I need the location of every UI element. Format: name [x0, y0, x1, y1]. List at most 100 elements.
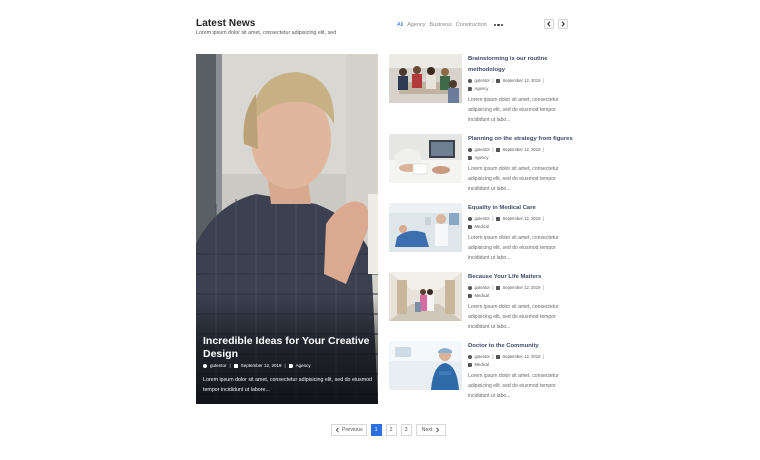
meta-separator: |: [542, 78, 545, 83]
post-category[interactable]: Agency: [475, 86, 489, 91]
featured-meta: gutentor | September 12, 2019 | Agency: [203, 363, 311, 368]
post-meta: gutentor | September 12, 2019 |: [468, 285, 573, 290]
pagination: Previous 1 2 3 Next: [331, 424, 446, 436]
calendar-icon: [495, 216, 500, 221]
prev-slide-button[interactable]: [544, 19, 554, 29]
section-header: Latest News Lorem ipsum dolor sit amet, …: [196, 18, 570, 42]
featured-category[interactable]: Agency: [296, 363, 311, 368]
meta-separator: |: [492, 147, 494, 152]
meta-separator: |: [492, 354, 494, 359]
post-title[interactable]: Planning on the strategy from figures: [468, 134, 573, 145]
previous-label: Previous: [342, 427, 363, 433]
post-author[interactable]: gutentor: [475, 78, 490, 83]
post-text: Equality in Medical Care gutentor | Sept…: [468, 203, 573, 263]
post-author[interactable]: gutentor: [475, 147, 490, 152]
post-excerpt: Lorem ipsum dolor sit amet, consectetur …: [468, 166, 559, 192]
post-thumbnail[interactable]: [389, 203, 462, 252]
chevron-left-icon: [335, 427, 339, 433]
user-icon: [468, 78, 472, 83]
doctor-image: [389, 341, 462, 390]
meta-separator: |: [542, 147, 545, 152]
featured-post[interactable]: Incredible Ideas for Your Creative Desig…: [196, 54, 378, 404]
post-text: Planning on the strategy from figures gu…: [468, 134, 573, 194]
post-category[interactable]: Medical: [475, 224, 489, 229]
post-category[interactable]: Medical: [475, 362, 489, 367]
filter-business[interactable]: Business: [429, 22, 451, 28]
list-item: Brainstorming is our routine methodology…: [389, 54, 573, 123]
post-category-row: Agency: [468, 155, 573, 160]
tag-icon: [468, 224, 472, 229]
meta-separator: |: [492, 216, 494, 221]
post-date[interactable]: September 12, 2019: [502, 354, 540, 359]
post-date[interactable]: September 12, 2019: [502, 147, 540, 152]
calendar-icon: [495, 78, 500, 83]
calendar-icon: [495, 285, 500, 290]
medical-care-image: [389, 203, 462, 252]
post-author[interactable]: gutentor: [475, 285, 490, 290]
post-thumbnail[interactable]: [389, 272, 462, 321]
post-title[interactable]: Because Your Life Matters: [468, 272, 573, 283]
strategy-image: [389, 134, 462, 183]
tag-icon: [288, 363, 293, 368]
post-excerpt: Lorem ipsum dolor sit amet, consectetur …: [468, 304, 559, 330]
post-thumbnail[interactable]: [389, 54, 462, 103]
calendar-icon: [233, 363, 238, 368]
post-excerpt: Lorem ipsum dolor sit amet, consectetur …: [468, 373, 559, 399]
ellipsis-icon[interactable]: [493, 23, 504, 27]
meta-separator: |: [542, 285, 545, 290]
next-slide-button[interactable]: [558, 19, 568, 29]
post-title[interactable]: Doctor to the Community: [468, 341, 573, 352]
tag-icon: [468, 155, 472, 160]
list-item: Doctor to the Community gutentor | Septe…: [389, 341, 571, 403]
featured-title[interactable]: Incredible Ideas for Your Creative Desig…: [203, 335, 373, 361]
previous-page-button[interactable]: Previous: [331, 424, 367, 436]
post-excerpt: Lorem ipsum dolor sit amet, consectetur …: [468, 235, 559, 261]
post-author[interactable]: gutentor: [475, 216, 490, 221]
post-category-row: Medical: [468, 293, 573, 298]
post-meta: gutentor | September 12, 2019 |: [468, 147, 573, 152]
post-category[interactable]: Medical: [475, 293, 489, 298]
post-thumbnail[interactable]: [389, 341, 462, 390]
featured-excerpt: Lorem ipsum dolor sit amet, consectetur …: [203, 377, 372, 393]
post-text: Because Your Life Matters gutentor | Sep…: [468, 272, 573, 332]
user-icon: [468, 285, 472, 290]
meta-separator: |: [229, 363, 231, 368]
post-thumbnail[interactable]: [389, 134, 462, 183]
filter-construction[interactable]: Construction: [456, 22, 487, 28]
post-author[interactable]: gutentor: [475, 354, 490, 359]
post-date[interactable]: September 12, 2019: [502, 285, 540, 290]
chevron-right-icon: [561, 21, 565, 27]
meta-separator: |: [542, 216, 545, 221]
post-category-row: Agency: [468, 86, 573, 91]
post-date[interactable]: September 12, 2019: [502, 216, 540, 221]
next-label: Next: [421, 427, 433, 433]
post-title[interactable]: Brainstorming is our routine methodology: [468, 54, 573, 76]
next-page-button[interactable]: Next: [415, 424, 446, 436]
post-category-row: Medical: [468, 362, 573, 367]
tag-icon: [468, 362, 472, 367]
post-title[interactable]: Equality in Medical Care: [468, 203, 573, 214]
hospital-corridor-image: [389, 272, 462, 321]
post-category[interactable]: Agency: [475, 155, 489, 160]
post-date[interactable]: September 12, 2019: [502, 78, 540, 83]
featured-date[interactable]: September 12, 2019: [241, 363, 282, 368]
list-item: Planning on the strategy from figures gu…: [389, 134, 573, 196]
calendar-icon: [495, 147, 500, 152]
page-3-button[interactable]: 3: [400, 424, 412, 436]
user-icon: [468, 147, 472, 152]
page-2-button[interactable]: 2: [385, 424, 397, 436]
post-meta: gutentor | September 12, 2019 |: [468, 354, 573, 359]
meta-separator: |: [492, 285, 494, 290]
list-item: Equality in Medical Care gutentor | Sept…: [389, 203, 571, 265]
category-filter: All Agency Business Construction: [397, 22, 504, 28]
featured-author[interactable]: gutentor: [210, 363, 227, 368]
post-text: Doctor to the Community gutentor | Septe…: [468, 341, 573, 401]
post-meta: gutentor | September 12, 2019 |: [468, 78, 573, 83]
page-1-button[interactable]: 1: [370, 424, 382, 436]
user-icon: [203, 363, 207, 368]
post-excerpt: Lorem ipsum dolor sit amet, consectetur …: [468, 97, 559, 123]
tag-icon: [468, 86, 472, 91]
section-subtitle: Lorem ipsum dolor sit amet, consectetur …: [196, 30, 337, 36]
filter-all[interactable]: All: [397, 22, 403, 28]
filter-agency[interactable]: Agency: [407, 22, 425, 28]
